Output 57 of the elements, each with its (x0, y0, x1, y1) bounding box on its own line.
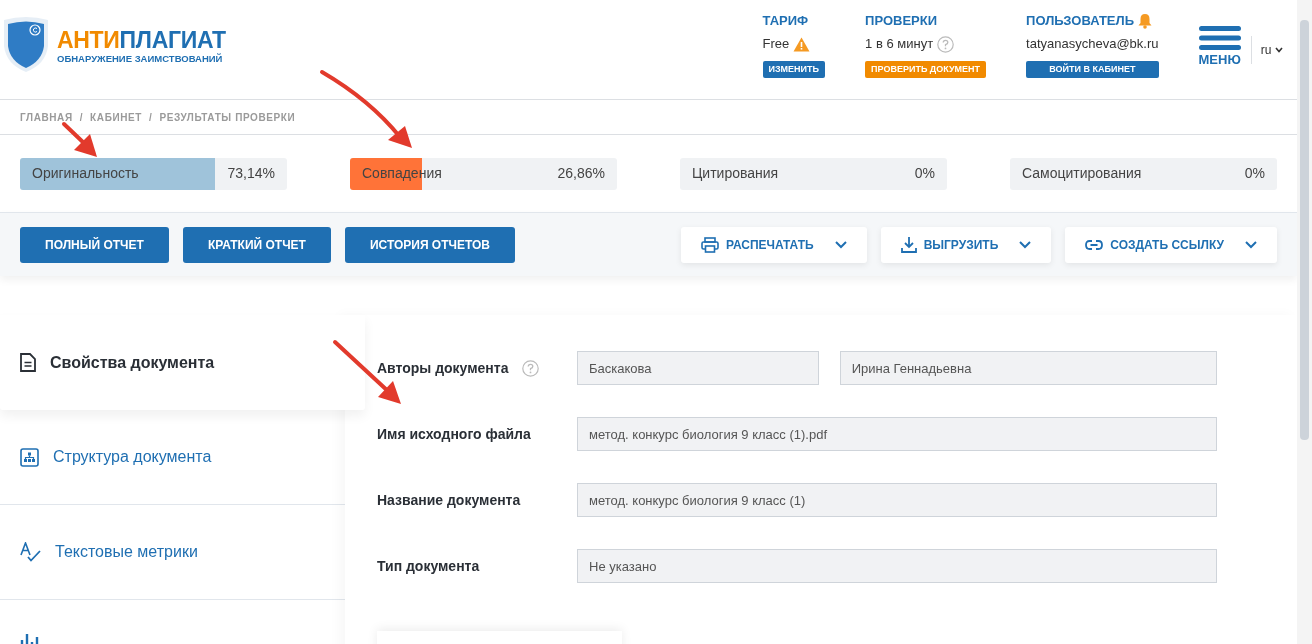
help-icon[interactable] (936, 35, 954, 53)
chevron-down-icon (834, 240, 847, 249)
spell-check-icon (20, 542, 41, 562)
block-button[interactable]: ВОЙТИ В КАБИНЕТ (1026, 60, 1159, 78)
input-field[interactable]: Баскакова (577, 351, 819, 385)
block-title: ПРОВЕРКИ (865, 12, 938, 31)
document-icon (20, 353, 36, 372)
breadcrumb-link[interactable]: ГЛАВНАЯ (20, 109, 73, 125)
chevron-down-icon (1275, 46, 1283, 53)
logo-subtitle: ОБНАРУЖЕНИЕ ЗАИМСТВОВАНИЙ (57, 51, 224, 66)
field-label: Название документа (377, 490, 521, 510)
download-icon (900, 236, 917, 253)
action-dropdown-button[interactable]: ВЫГРУЗИТЬ (880, 226, 1052, 263)
chevron-down-icon (1019, 240, 1032, 249)
report-button[interactable]: ИСТОРИЯ ОТЧЕТОВ (344, 226, 515, 263)
block-value: Free (762, 35, 790, 54)
language-selector[interactable]: ru (1260, 40, 1283, 59)
metric-value: 0% (914, 164, 936, 183)
menu-button[interactable]: МЕНЮ (1198, 25, 1241, 68)
metric-label: Самоцитирования (1021, 164, 1142, 183)
logo-title: АНТИПЛАГИАТ (57, 28, 226, 52)
breadcrumb-separator: / (149, 110, 153, 125)
block-title: ПОЛЬЗОВАТЕЛЬ (1026, 12, 1134, 31)
input-field[interactable]: Ирина Геннадьевна (839, 351, 1217, 385)
chevron-down-icon (1245, 240, 1257, 249)
warning-icon (792, 36, 810, 52)
sidebar-item[interactable]: Свойства документа (0, 315, 365, 410)
hierarchy-icon (20, 447, 39, 467)
block-button[interactable]: ИЗМЕНИТЬ (762, 60, 826, 78)
block-title: ТАРИФ (762, 12, 809, 31)
input-field[interactable]: метод. конкурс биология 9 класс (1) (577, 483, 1217, 517)
report-button[interactable]: ПОЛНЫЙ ОТЧЕТ (20, 226, 169, 263)
input-field[interactable]: Не указано (577, 549, 1217, 583)
annotation-arrow (62, 122, 97, 157)
input-field[interactable]: метод. конкурс биология 9 класс (1).pdf (577, 417, 1217, 451)
action-dropdown-button[interactable]: СОЗДАТЬ ССЫЛКУ (1065, 226, 1277, 263)
block-value: 1 в 6 минут (865, 35, 934, 54)
report-button[interactable]: КРАТКИЙ ОТЧЕТ (182, 226, 331, 263)
breadcrumb-separator: / (79, 110, 84, 125)
block-value: tatyanasycheva@bk.ru (1026, 35, 1159, 54)
action-dropdown-button[interactable]: РАСПЕЧАТАТЬ (680, 226, 867, 263)
breadcrumb-link[interactable]: РЕЗУЛЬТАТЫ ПРОВЕРКИ (159, 109, 296, 125)
bell-icon[interactable] (1137, 13, 1152, 30)
field-label: Тип документа (377, 556, 480, 576)
shield-logo-icon (2, 15, 50, 74)
field-label: Имя исходного файла (377, 424, 531, 444)
metric-label: Оригинальность (31, 164, 139, 183)
scrollbar[interactable] (1297, 0, 1312, 644)
metric-value: 0% (1244, 164, 1266, 183)
help-icon[interactable] (522, 359, 540, 377)
metric-label: Цитирования (691, 164, 779, 183)
metric-value: 73,14% (227, 164, 276, 183)
link-icon (1085, 239, 1104, 250)
field-label: Авторы документа (377, 358, 509, 378)
breadcrumb-link[interactable]: КАБИНЕТ (90, 109, 142, 125)
metric-value: 26,86% (557, 164, 606, 183)
printer-icon (700, 236, 719, 253)
